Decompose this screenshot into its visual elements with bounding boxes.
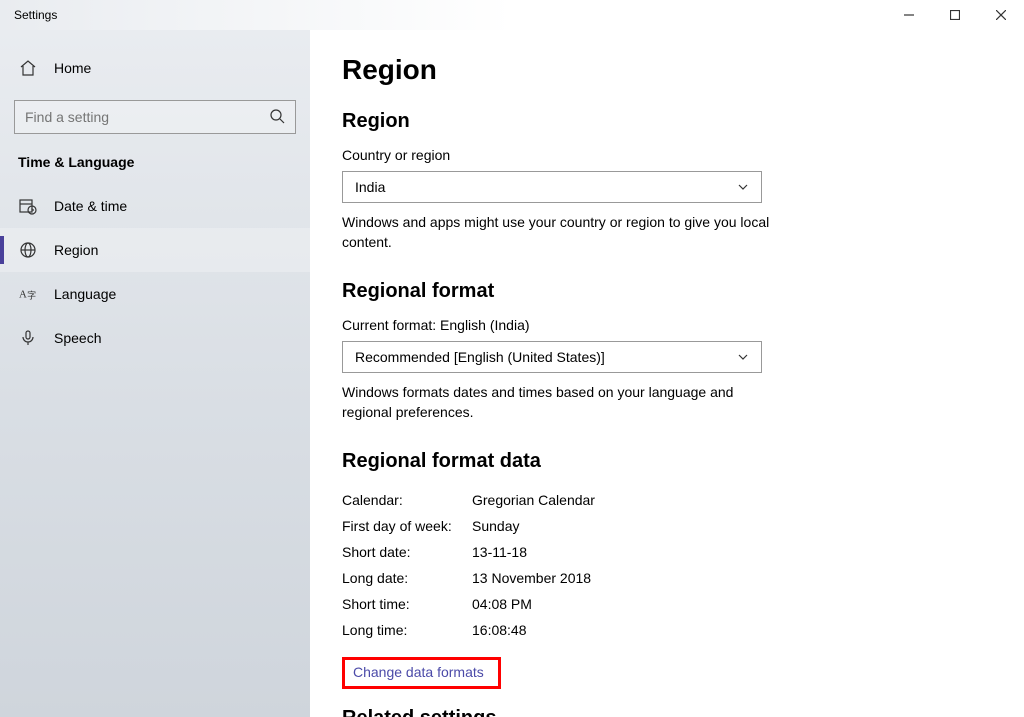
sidebar-item-label: Region bbox=[54, 242, 98, 258]
window-title: Settings bbox=[0, 8, 57, 22]
minimize-button[interactable] bbox=[886, 0, 932, 30]
related-settings-heading: Related settings bbox=[342, 707, 984, 717]
sidebar: Home Time & Language Date & time Region … bbox=[0, 30, 310, 717]
country-select-value: India bbox=[355, 179, 385, 195]
microphone-icon bbox=[18, 329, 38, 347]
format-data-table: Calendar:Gregorian Calendar First day of… bbox=[342, 487, 984, 643]
sidebar-item-date-time[interactable]: Date & time bbox=[0, 184, 310, 228]
search-icon bbox=[269, 108, 285, 127]
format-row-short-date: Short date:13-11-18 bbox=[342, 539, 984, 565]
window-controls bbox=[886, 0, 1024, 30]
sidebar-item-region[interactable]: Region bbox=[0, 228, 310, 272]
format-row-first-day: First day of week:Sunday bbox=[342, 513, 984, 539]
country-label: Country or region bbox=[342, 147, 984, 163]
search-input[interactable] bbox=[25, 109, 269, 125]
main: Home Time & Language Date & time Region … bbox=[0, 30, 1024, 717]
search-box[interactable] bbox=[14, 100, 296, 134]
titlebar: Settings bbox=[0, 0, 1024, 30]
sidebar-item-label: Date & time bbox=[54, 198, 127, 214]
close-button[interactable] bbox=[978, 0, 1024, 30]
sidebar-item-speech[interactable]: Speech bbox=[0, 316, 310, 360]
format-row-long-date: Long date:13 November 2018 bbox=[342, 565, 984, 591]
language-icon: A字 bbox=[18, 285, 38, 303]
sidebar-item-label: Speech bbox=[54, 330, 101, 346]
format-heading: Regional format bbox=[342, 280, 984, 303]
chevron-down-icon bbox=[737, 351, 749, 363]
svg-text:字: 字 bbox=[27, 290, 36, 301]
format-data-heading: Regional format data bbox=[342, 450, 984, 473]
home-label: Home bbox=[54, 60, 91, 76]
content: Region Region Country or region India Wi… bbox=[310, 30, 1024, 717]
globe-icon bbox=[18, 241, 38, 259]
sidebar-section-header: Time & Language bbox=[0, 148, 310, 184]
format-row-long-time: Long time:16:08:48 bbox=[342, 617, 984, 643]
home-icon bbox=[18, 59, 38, 77]
format-select-value: Recommended [English (United States)] bbox=[355, 349, 605, 365]
calendar-clock-icon bbox=[18, 197, 38, 215]
sidebar-item-language[interactable]: A字 Language bbox=[0, 272, 310, 316]
page-title: Region bbox=[342, 54, 984, 86]
home-nav[interactable]: Home bbox=[0, 48, 310, 88]
current-format-label: Current format: English (India) bbox=[342, 317, 984, 333]
svg-text:A: A bbox=[19, 289, 27, 301]
sidebar-item-label: Language bbox=[54, 286, 116, 302]
region-heading: Region bbox=[342, 110, 984, 133]
format-row-short-time: Short time:04:08 PM bbox=[342, 591, 984, 617]
maximize-button[interactable] bbox=[932, 0, 978, 30]
format-help: Windows formats dates and times based on… bbox=[342, 383, 782, 422]
chevron-down-icon bbox=[737, 181, 749, 193]
format-select[interactable]: Recommended [English (United States)] bbox=[342, 341, 762, 373]
change-formats-highlight: Change data formats bbox=[342, 657, 501, 689]
country-select[interactable]: India bbox=[342, 171, 762, 203]
format-row-calendar: Calendar:Gregorian Calendar bbox=[342, 487, 984, 513]
change-data-formats-link[interactable]: Change data formats bbox=[353, 664, 484, 680]
country-help: Windows and apps might use your country … bbox=[342, 213, 782, 252]
